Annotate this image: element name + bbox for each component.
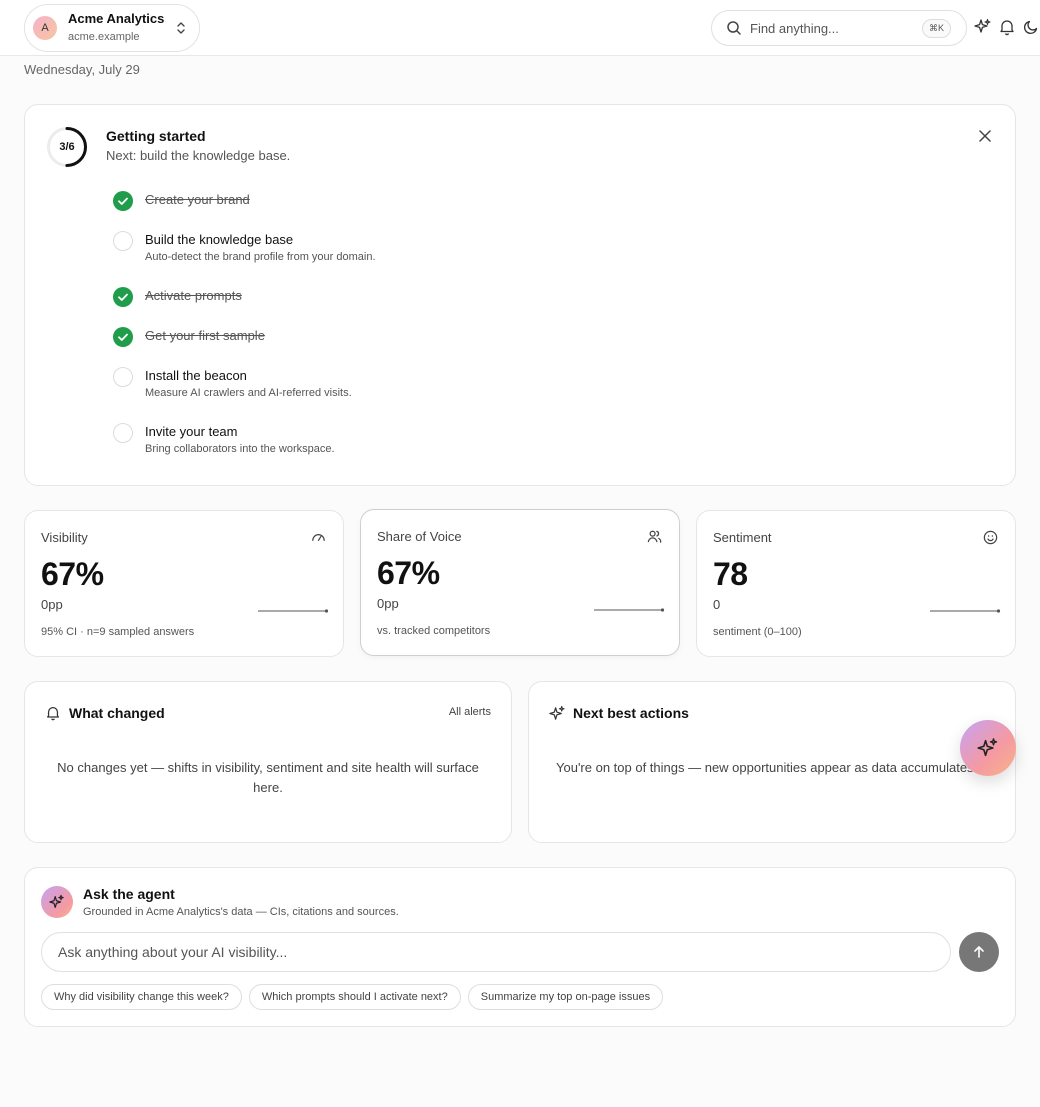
agent-input-wrapper	[41, 932, 951, 972]
metric-delta: 0pp	[377, 596, 399, 611]
sparkline	[258, 609, 329, 613]
close-icon[interactable]	[979, 130, 991, 142]
sparkles-icon	[549, 705, 565, 720]
page-date: Wednesday, July 29	[24, 62, 140, 77]
agent-avatar	[41, 886, 73, 918]
metric-card[interactable]: Visibility 67% 0pp 95% CI · n=9 sampled ans…	[24, 510, 344, 657]
sparkles-icon[interactable]	[974, 18, 992, 36]
workspace-name: Acme Analytics	[68, 11, 165, 26]
metric-delta: 0pp	[41, 597, 63, 612]
step-label: Invite your team	[145, 424, 238, 439]
getting-started-card: 3/6 Getting started Next: build the know…	[24, 104, 1016, 486]
metric-title: Share of Voice	[377, 529, 462, 544]
step-description: Measure AI crawlers and AI-referred visi…	[145, 387, 352, 399]
bell-icon	[47, 707, 59, 721]
smile-icon	[983, 530, 998, 545]
check-circle-icon[interactable]	[113, 191, 133, 211]
step-description: Auto-detect the brand profile from your …	[145, 251, 376, 263]
sparkles-icon	[977, 738, 998, 757]
send-button[interactable]	[959, 932, 999, 972]
gauge-icon	[312, 534, 325, 541]
empty-circle-icon[interactable]	[113, 423, 133, 443]
step-label: Activate prompts	[145, 288, 242, 303]
step-label: Get your first sample	[145, 328, 265, 343]
metric-footnote: vs. tracked competitors	[377, 625, 491, 637]
suggestion-chip[interactable]: Why did visibility change this week?	[41, 984, 242, 1010]
workspace-switcher[interactable]: A Acme Analytics acme.example	[24, 4, 200, 52]
top-bar: A Acme Analytics acme.example ⌘K	[0, 0, 1040, 56]
step-label: Install the beacon	[145, 368, 247, 383]
search-input[interactable]	[750, 20, 920, 36]
arrow-up-icon	[974, 946, 984, 958]
search-icon	[727, 21, 741, 35]
getting-started-subtitle: Next: build the knowledge base.	[106, 148, 291, 163]
search-bar[interactable]: ⌘K	[711, 10, 967, 46]
metric-footnote: sentiment (0–100)	[713, 626, 802, 638]
check-circle-icon[interactable]	[113, 287, 133, 307]
empty-circle-icon[interactable]	[113, 231, 133, 251]
next-best-actions-title: Next best actions	[573, 705, 689, 721]
ai-assistant-button[interactable]	[960, 720, 1016, 776]
metric-value: 67%	[41, 556, 104, 592]
agent-subtitle: Grounded in Acme Analytics's data — CIs,…	[83, 906, 399, 918]
users-icon	[647, 530, 662, 543]
ask-agent-card: Ask the agent Grounded in Acme Analytics…	[24, 867, 1016, 1027]
all-alerts-link[interactable]: All alerts	[449, 706, 491, 718]
suggestion-chip[interactable]: Which prompts should I activate next?	[248, 984, 461, 1010]
suggestion-chips: Why did visibility change this week? Whic…	[41, 984, 664, 1010]
metric-title: Sentiment	[713, 530, 772, 545]
metric-value: 78	[713, 556, 748, 592]
suggestion-chip[interactable]: Summarize my top on-page issues	[467, 984, 664, 1010]
next-best-actions-empty-text: You're on top of things — new opportunit…	[556, 760, 978, 775]
metric-value: 67%	[377, 555, 440, 591]
search-shortcut-badge: ⌘K	[921, 19, 951, 38]
empty-circle-icon[interactable]	[113, 367, 133, 387]
sparkles-icon	[49, 894, 64, 908]
step-description: Bring collaborators into the workspace.	[145, 443, 335, 455]
moon-icon[interactable]	[1022, 18, 1040, 36]
metric-delta: 0	[713, 597, 721, 612]
workspace-domain: acme.example	[68, 31, 140, 43]
progress-label: 3/6	[59, 141, 75, 153]
step-label: Build the knowledge base	[145, 232, 294, 247]
what-changed-title: What changed	[69, 705, 165, 721]
metric-card[interactable]: Sentiment 78 0 sentiment (0–100)	[696, 510, 1016, 657]
next-best-actions-card: Next best actions You're on top of thing…	[528, 681, 1016, 843]
chevron-updown-icon	[177, 22, 185, 34]
metric-card[interactable]: Share of Voice 67% 0pp vs. tracked competit…	[360, 509, 680, 656]
getting-started-title: Getting started	[106, 128, 206, 144]
metric-footnote: 95% CI · n=9 sampled answers	[41, 626, 195, 638]
step-label: Create your brand	[145, 192, 250, 207]
what-changed-empty-text: No changes yet — shifts in visibility, s…	[57, 760, 479, 795]
agent-question-input[interactable]	[58, 933, 928, 971]
agent-title: Ask the agent	[83, 886, 175, 902]
what-changed-card: What changed All alerts No changes yet —…	[24, 681, 512, 843]
metric-title: Visibility	[41, 530, 88, 545]
workspace-avatar: A	[33, 16, 57, 40]
bell-icon[interactable]	[998, 18, 1016, 36]
sparkline	[930, 609, 1001, 613]
check-circle-icon[interactable]	[113, 327, 133, 347]
sparkline	[594, 608, 665, 612]
